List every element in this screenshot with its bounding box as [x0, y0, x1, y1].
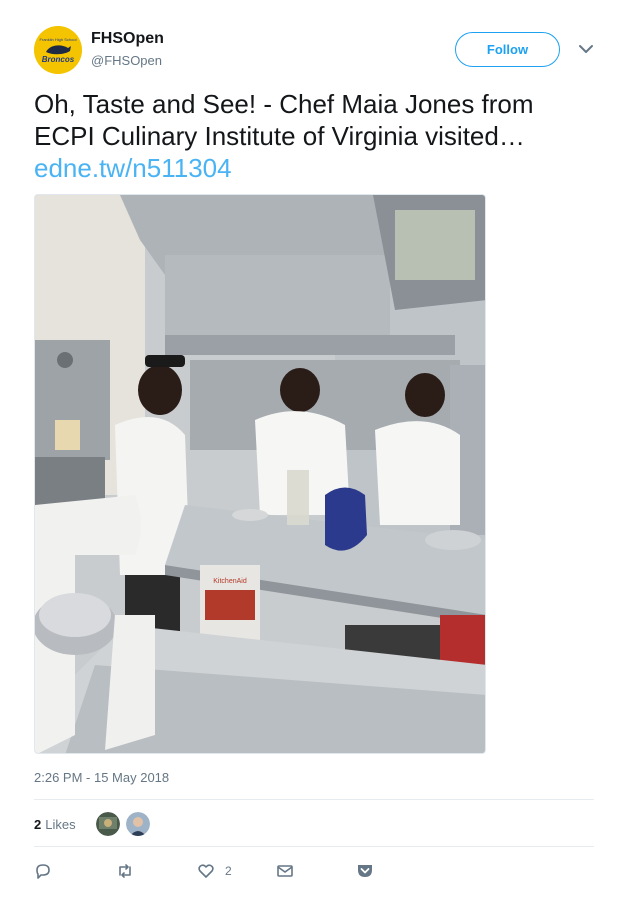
divider: [34, 799, 594, 800]
avatar-text-main: Broncos: [42, 55, 75, 64]
mail-icon: [276, 862, 294, 880]
tweet-actions: 2: [34, 858, 394, 884]
kitchen-photo: KitchenAid: [35, 195, 485, 753]
like-count: 2: [225, 864, 232, 878]
avatar-text-top: Franklin High School: [40, 37, 77, 42]
handle[interactable]: @FHSOpen: [91, 53, 162, 68]
retweet-icon: [116, 862, 134, 880]
reply-button[interactable]: [34, 858, 52, 884]
likes-count[interactable]: 2: [34, 817, 41, 832]
liker-avatar[interactable]: [125, 812, 150, 836]
tweet-photo[interactable]: KitchenAid: [34, 194, 486, 754]
reply-icon: [34, 862, 52, 880]
chevron-down-icon[interactable]: [576, 39, 596, 59]
liker-avatar[interactable]: [95, 812, 120, 836]
tweet-link[interactable]: edne.tw/n511304: [34, 152, 594, 184]
follow-button[interactable]: Follow: [455, 32, 560, 67]
likes-row: 2 Likes: [34, 808, 156, 840]
retweet-button[interactable]: [116, 858, 134, 884]
like-button[interactable]: 2: [197, 858, 232, 884]
pocket-button[interactable]: [356, 858, 374, 884]
avatar[interactable]: Franklin High School Broncos: [34, 26, 82, 74]
tweet-header: Franklin High School Broncos FHSOpen @FH…: [34, 26, 600, 78]
divider: [34, 846, 594, 847]
heart-icon: [197, 862, 215, 880]
tweet-text: Oh, Taste and See! - Chef Maia Jones fro…: [34, 88, 594, 184]
likes-label[interactable]: Likes: [45, 817, 75, 832]
direct-message-button[interactable]: [276, 858, 294, 884]
display-name[interactable]: FHSOpen: [91, 30, 164, 48]
pocket-icon: [356, 862, 374, 880]
tweet-body: Oh, Taste and See! - Chef Maia Jones fro…: [34, 89, 534, 151]
box-brand-text: KitchenAid: [213, 578, 247, 585]
timestamp[interactable]: 2:26 PM - 15 May 2018: [34, 770, 169, 785]
broncos-logo: Franklin High School Broncos: [34, 26, 82, 74]
